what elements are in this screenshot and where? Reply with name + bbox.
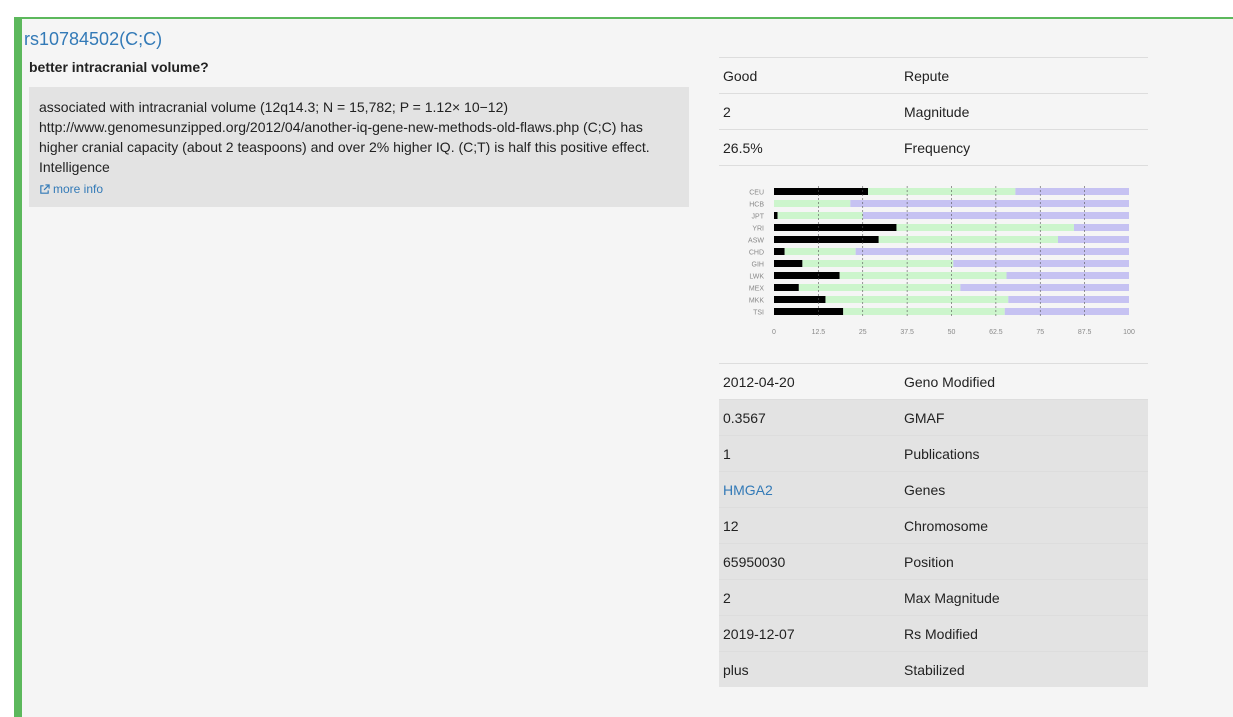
- tick-label: 0: [772, 329, 776, 336]
- bar-segment: [1015, 188, 1129, 195]
- bar-segment: [774, 272, 840, 279]
- table-row: 2019-12-07 Rs Modified: [719, 615, 1148, 651]
- category-label: ASW: [748, 238, 764, 245]
- magnitude-label: Magnitude: [904, 103, 970, 120]
- category-label: JPT: [752, 214, 765, 221]
- bar-segment: [774, 188, 869, 195]
- category-label: TSI: [753, 310, 764, 317]
- gene-link[interactable]: HMGA2: [719, 482, 904, 498]
- category-label: LWK: [749, 274, 764, 281]
- repute-label: Repute: [904, 67, 950, 84]
- frequency-chart-svg: CEU HCB JPT YRI ASW CHD GIH LWK MEX MKK TSI 0 12.5 25…: [748, 186, 1135, 336]
- bar-segment: [784, 248, 856, 255]
- tick-label: 87.5: [1078, 329, 1092, 336]
- publications-value: 1: [723, 445, 731, 462]
- bar-segment: [774, 260, 803, 267]
- gmaf-label: GMAF: [904, 409, 945, 426]
- table-row: 12 Chromosome: [719, 507, 1148, 543]
- summary-line: http://www.genomesunzipped.org/2012/04/a…: [39, 119, 643, 135]
- summary-line: Intelligence: [39, 159, 110, 175]
- bar-segment: [774, 284, 799, 291]
- max-magnitude-label: Max Magnitude: [904, 589, 1000, 606]
- category-label: GIH: [752, 262, 764, 269]
- tick-label: 37.5: [900, 329, 914, 336]
- table-row: plus Stabilized: [719, 651, 1148, 687]
- bar-segment: [825, 296, 1009, 303]
- table-row: Good Repute: [719, 57, 1148, 93]
- bar-segment: [1006, 272, 1129, 279]
- bar-segment: [868, 188, 1016, 195]
- rs-modified-value: 2019-12-07: [723, 625, 795, 642]
- table-row: 26.5% Frequency: [719, 129, 1148, 165]
- table-row: HMGA2 Genes: [719, 471, 1148, 507]
- bar-segment: [896, 224, 1074, 231]
- table-row: 2 Magnitude: [719, 93, 1148, 129]
- bar-segment: [1073, 224, 1129, 231]
- population-frequency-chart: CEU HCB JPT YRI ASW CHD GIH LWK MEX MKK TSI 0 12.5 25…: [719, 165, 1148, 363]
- tick-label: 100: [1123, 329, 1135, 336]
- bar-segment: [960, 284, 1129, 291]
- max-magnitude-value: 2: [723, 589, 731, 606]
- genes-label: Genes: [904, 481, 946, 498]
- bar-segment: [774, 212, 778, 219]
- bar-segment: [774, 200, 851, 207]
- bar-segment: [1058, 236, 1129, 243]
- external-link-icon: [40, 183, 50, 194]
- bar-segment: [843, 308, 1005, 315]
- table-row: 65950030 Position: [719, 543, 1148, 579]
- bar-segment: [774, 248, 785, 255]
- more-info-link[interactable]: more info: [39, 179, 679, 199]
- table-row: 2 Max Magnitude: [719, 579, 1148, 615]
- tick-label: 12.5: [812, 329, 826, 336]
- category-label: MEX: [749, 286, 765, 293]
- bar-segment: [839, 272, 1007, 279]
- repute-value: Good: [723, 67, 758, 84]
- tick-label: 50: [948, 329, 956, 336]
- geno-modified-label: Geno Modified: [904, 373, 996, 390]
- stabilized-value: plus: [723, 661, 749, 678]
- bar-segment: [774, 296, 826, 303]
- info-table: Good Repute 2 Magnitude 26.5% Frequency …: [719, 57, 1148, 687]
- bar-segment: [850, 200, 1129, 207]
- summary-line: higher cranial capacity (about 2 teaspoo…: [39, 139, 650, 155]
- bar-segment: [774, 308, 844, 315]
- summary-heading: better intracranial volume?: [29, 59, 209, 75]
- category-label: CHD: [749, 250, 764, 257]
- stabilized-label: Stabilized: [904, 661, 965, 678]
- magnitude-value: 2: [723, 103, 731, 120]
- category-label: HCB: [749, 202, 764, 209]
- position-label: Position: [904, 553, 954, 570]
- page-title[interactable]: rs10784502(C;C): [24, 29, 162, 50]
- position-value: 65950030: [723, 553, 786, 570]
- bar-segment: [798, 284, 961, 291]
- tick-label: 25: [859, 329, 867, 336]
- bar-segment: [855, 248, 1129, 255]
- more-info-label: more info: [53, 182, 104, 196]
- chromosome-value: 12: [723, 517, 739, 534]
- table-row: 1 Publications: [719, 435, 1148, 471]
- publications-label: Publications: [904, 445, 980, 462]
- table-row: 2012-04-20 Geno Modified: [719, 363, 1148, 399]
- chromosome-label: Chromosome: [904, 517, 989, 534]
- bar-segment: [774, 224, 897, 231]
- bar-segment: [802, 260, 954, 267]
- frequency-label: Frequency: [904, 139, 971, 156]
- category-label: CEU: [749, 190, 764, 197]
- frequency-value: 26.5%: [723, 139, 763, 156]
- table-row: 0.3567 GMAF: [719, 399, 1148, 435]
- bar-segment: [878, 236, 1058, 243]
- tick-label: 75: [1036, 329, 1044, 336]
- rs-modified-label: Rs Modified: [904, 625, 978, 642]
- gmaf-value: 0.3567: [723, 409, 766, 426]
- bar-segment: [777, 212, 863, 219]
- bar-segment: [953, 260, 1129, 267]
- summary-line: associated with intracranial volume (12q…: [39, 99, 509, 115]
- category-label: YRI: [752, 226, 764, 233]
- category-label: MKK: [749, 298, 765, 305]
- bar-segment: [1008, 296, 1129, 303]
- summary-box: associated with intracranial volume (12q…: [29, 87, 689, 207]
- bar-segment: [1004, 308, 1129, 315]
- geno-modified-value: 2012-04-20: [723, 373, 795, 390]
- tick-label: 62.5: [989, 329, 1003, 336]
